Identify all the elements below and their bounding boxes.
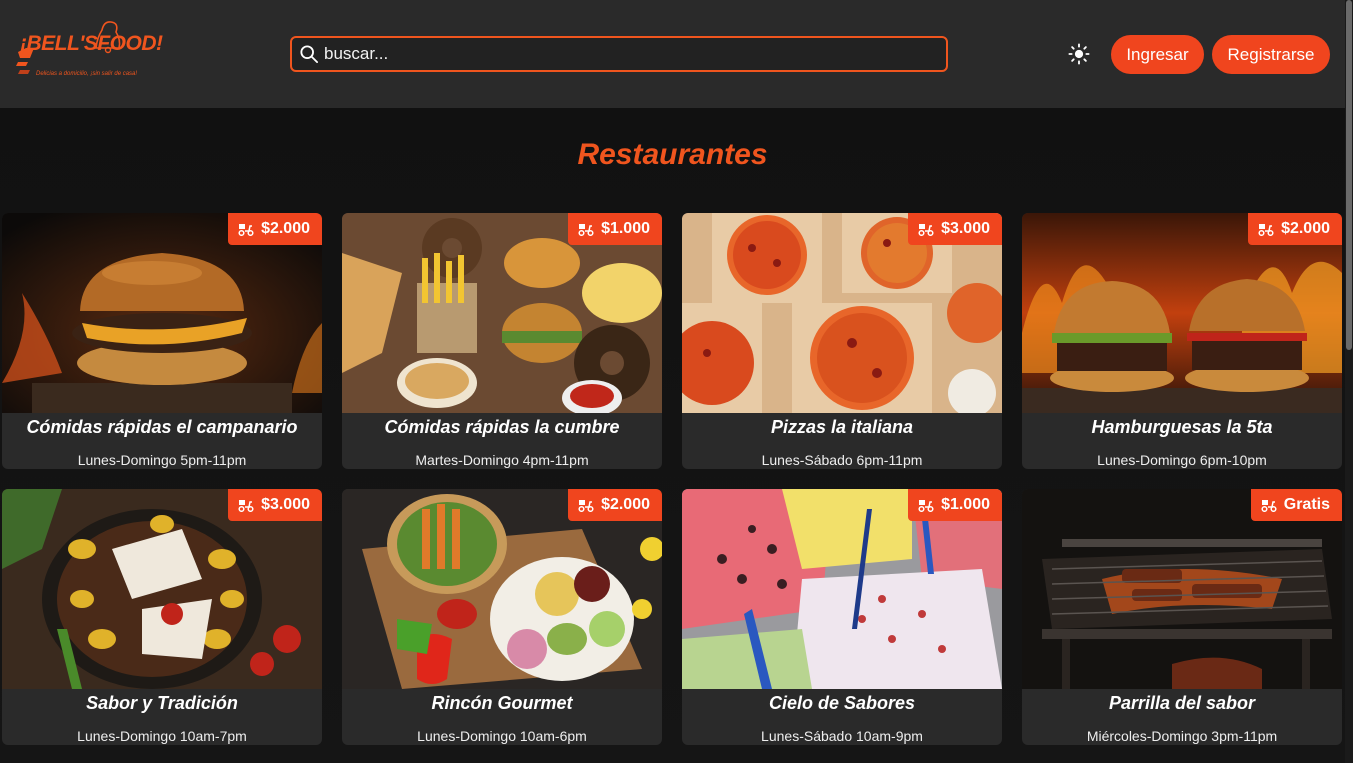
delivery-fee-badge: $3.000 [908,213,1002,245]
delivery-fee: $3.000 [261,496,310,513]
register-button[interactable]: Registrarse [1212,35,1330,74]
restaurant-image: $1.000 [342,213,662,413]
restaurant-name: Cómidas rápidas el campanario [26,417,298,437]
delivery-moto-icon [918,224,934,236]
delivery-fee-badge: $1.000 [568,213,662,245]
page-scrollbar[interactable] [1345,0,1353,763]
top-header: ¡BELL'SFOOD! Delicias a domicilio, ¡sin … [0,0,1345,108]
delivery-fee-badge: $2.000 [568,489,662,521]
restaurant-name: Rincón Gourmet [431,693,573,713]
delivery-fee-badge: $2.000 [1248,213,1342,245]
restaurant-image: $1.000 [682,489,1002,689]
delivery-fee: $3.000 [941,220,990,237]
sun-icon [1068,43,1090,65]
restaurant-image: Gratis [1022,489,1342,689]
restaurant-hours: Martes-Domingo 4pm-11pm [415,452,589,468]
restaurant-image: $2.000 [2,213,322,413]
delivery-fee-badge: $3.000 [228,489,322,521]
brand-logo[interactable]: ¡BELL'SFOOD! Delicias a domicilio, ¡sin … [16,18,186,84]
delivery-fee: $2.000 [261,220,310,237]
search-bar[interactable] [290,36,948,72]
main-content: Restaurantes $2.000 Cómidas rápidas el c… [0,108,1345,763]
restaurant-name: Cielo de Sabores [768,693,916,713]
restaurant-image: $2.000 [342,489,662,689]
restaurant-hours: Lunes-Domingo 10am-6pm [417,728,587,744]
restaurant-card[interactable]: $2.000 Cómidas rápidas el campanario Lun… [2,213,322,469]
restaurant-name: Sabor y Tradición [86,693,238,713]
restaurant-name: Cómidas rápidas la cumbre [384,417,620,437]
restaurant-hours: Lunes-Domingo 10am-7pm [77,728,247,744]
delivery-moto-icon [1258,224,1274,236]
search-input[interactable] [324,44,924,64]
logo-title: ¡BELL'SFOOD! [20,32,163,55]
restaurant-image: $2.000 [1022,213,1342,413]
restaurant-card[interactable]: $1.000 Cielo de Sabores Lunes-Sábado 10a… [682,489,1002,745]
restaurant-image: $3.000 [682,213,1002,413]
delivery-fee: Gratis [1283,496,1330,513]
restaurant-card[interactable]: $3.000 Sabor y Tradición Lunes-Domingo 1… [2,489,322,745]
delivery-fee: $2.000 [1281,220,1330,237]
search-icon [300,45,318,63]
restaurant-name: Hamburguesas la 5ta [1091,417,1273,437]
restaurant-grid: $2.000 Cómidas rápidas el campanario Lun… [2,213,1342,745]
restaurant-hours: Lunes-Sábado 10am-9pm [761,728,923,744]
restaurant-card[interactable]: $2.000 Rincón Gourmet Lunes-Domingo 10am… [342,489,662,745]
restaurant-card[interactable]: $3.000 Pizzas la italiana Lunes-Sábado 6… [682,213,1002,469]
delivery-moto-icon [238,500,254,512]
delivery-fee-badge: Gratis [1250,489,1342,521]
delivery-fee-badge: $1.000 [908,489,1002,521]
delivery-moto-icon [578,500,594,512]
restaurant-card[interactable]: Gratis Parrilla del sabor Miércoles-Domi… [1022,489,1342,745]
delivery-fee: $2.000 [601,496,650,513]
restaurant-name: Pizzas la italiana [770,417,914,437]
delivery-fee-badge: $2.000 [228,213,322,245]
delivery-moto-icon [918,500,934,512]
restaurant-hours: Miércoles-Domingo 3pm-11pm [1086,728,1278,744]
restaurant-card[interactable]: $1.000 Cómidas rápidas la cumbre Martes-… [342,213,662,469]
scrollbar-thumb[interactable] [1346,0,1352,350]
restaurant-image: $3.000 [2,489,322,689]
restaurant-card[interactable]: $2.000 Hamburguesas la 5ta Lunes-Domingo… [1022,213,1342,469]
theme-toggle-button[interactable] [1066,41,1092,67]
page-title: Restaurantes [577,138,768,171]
restaurant-hours: Lunes-Domingo 5pm-11pm [77,452,247,468]
restaurant-hours: Lunes-Sábado 6pm-11pm [761,452,923,468]
restaurant-hours: Lunes-Domingo 6pm-10pm [1097,452,1267,468]
login-button[interactable]: Ingresar [1111,35,1204,74]
delivery-fee: $1.000 [941,496,990,513]
delivery-moto-icon [238,224,254,236]
delivery-moto-icon [578,224,594,236]
restaurant-name: Parrilla del sabor [1108,693,1256,713]
delivery-moto-icon [1261,500,1277,512]
delivery-fee: $1.000 [601,220,650,237]
logo-subtitle: Delicias a domicilio, ¡sin salir de casa… [36,71,138,77]
